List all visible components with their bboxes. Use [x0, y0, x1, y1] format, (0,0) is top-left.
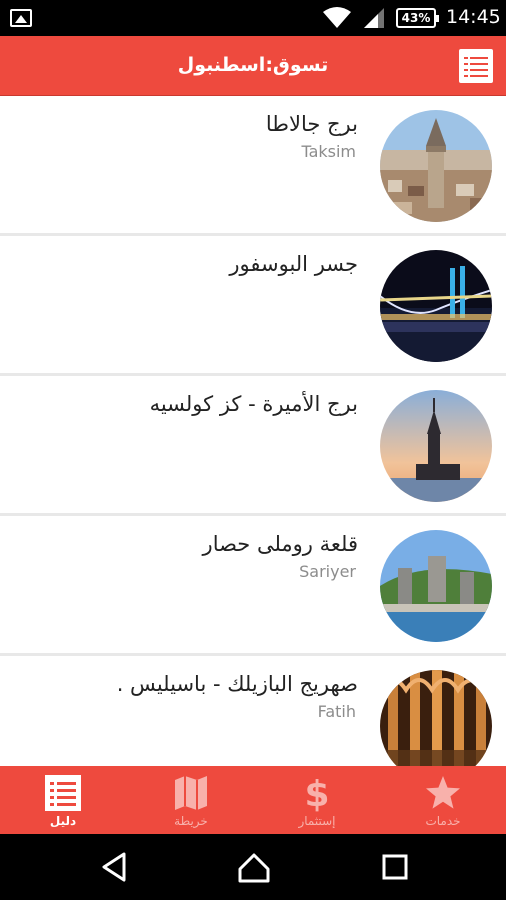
star-icon [426, 776, 460, 809]
tab-guide[interactable]: دليل [0, 766, 126, 834]
rumeli-fortress-photo [380, 530, 492, 642]
map-icon [175, 776, 207, 810]
screen: 43% 14:45 تسوق:اسطنبول برج جالاطا Taksim [0, 0, 506, 900]
item-title: برج الأميرة - كز كولسيه [149, 392, 358, 416]
tab-label: خدمات [425, 814, 461, 828]
item-subtitle: Sariyer [299, 562, 356, 581]
back-icon[interactable] [96, 849, 132, 885]
gallery-notification-icon [10, 9, 32, 27]
tab-label: إستثمار [298, 814, 336, 828]
home-icon[interactable] [236, 849, 272, 885]
tab-label: خريطة [174, 814, 208, 828]
galata-tower-photo [380, 110, 492, 222]
tab-label: دليل [49, 814, 77, 828]
battery-indicator: 43% [396, 8, 439, 28]
list-item[interactable]: جسر البوسفور [0, 236, 506, 373]
list-item[interactable]: برج جالاطا Taksim [0, 96, 506, 233]
svg-text:$: $ [304, 774, 329, 812]
tab-investment[interactable]: $ إستثمار [254, 766, 380, 834]
status-bar: 43% 14:45 [0, 0, 506, 36]
bottom-tab-bar: خدمات $ إستثمار خريطة دليل [0, 766, 506, 834]
clock: 14:45 [446, 6, 501, 28]
places-list: برج جالاطا Taksim جسر البوسفور برج الأمي… [0, 96, 506, 766]
item-subtitle: Taksim [301, 142, 356, 161]
menu-list-button[interactable] [459, 49, 493, 83]
item-title: برج جالاطا [265, 112, 358, 136]
page-title: تسوق:اسطنبول [177, 54, 329, 76]
item-title: صهريج البازيلك - باسيليس . [116, 672, 358, 696]
app-toolbar: تسوق:اسطنبول [0, 36, 506, 96]
list-icon [45, 775, 81, 811]
list-item[interactable]: برج الأميرة - كز كولسيه [0, 376, 506, 513]
wifi-icon [323, 7, 351, 28]
item-title: قلعة روملى حصار [202, 532, 358, 556]
system-nav-bar [0, 834, 506, 900]
maidens-tower-photo [380, 390, 492, 502]
dollar-icon: $ [304, 774, 329, 812]
item-title: جسر البوسفور [229, 252, 358, 276]
item-subtitle: Fatih [317, 702, 356, 721]
cell-signal-icon [364, 8, 384, 28]
list-item[interactable]: صهريج البازيلك - باسيليس . Fatih [0, 656, 506, 766]
basilica-cistern-photo [380, 670, 492, 766]
list-item[interactable]: قلعة روملى حصار Sariyer [0, 516, 506, 653]
tab-map[interactable]: خريطة [128, 766, 254, 834]
recents-icon[interactable] [377, 849, 413, 885]
tab-services[interactable]: خدمات [380, 766, 506, 834]
bosphorus-bridge-photo [380, 250, 492, 362]
